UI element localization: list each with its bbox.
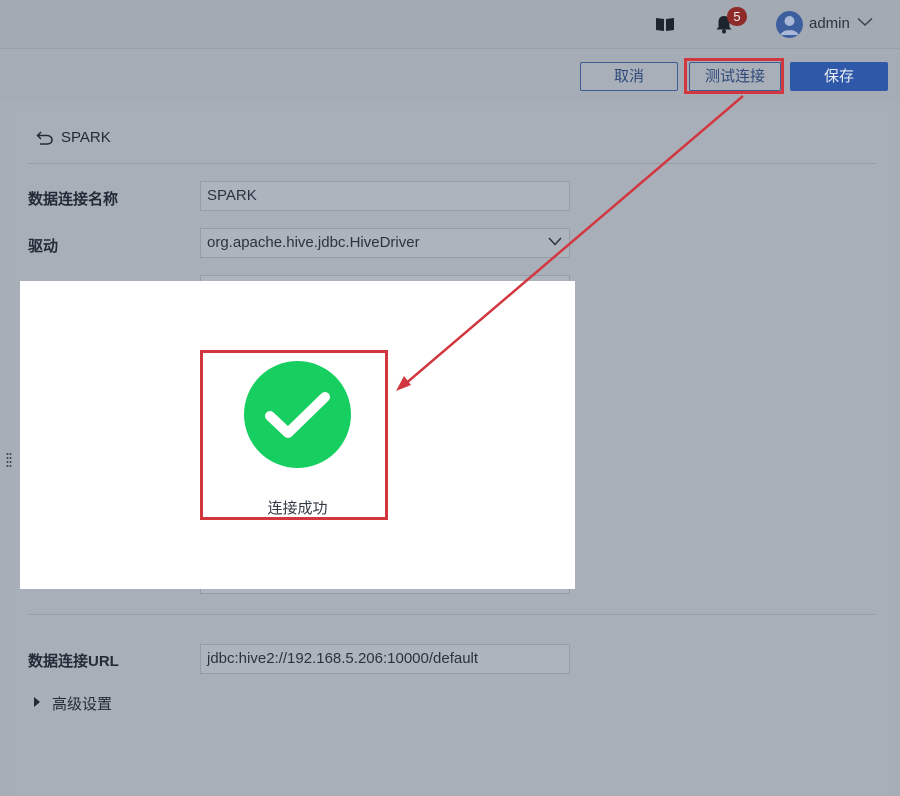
test-button-highlight <box>684 58 784 94</box>
url-input[interactable]: jdbc:hive2://192.168.5.206:10000/default <box>200 644 570 674</box>
caret-right-icon[interactable] <box>34 697 40 707</box>
chevron-down-icon[interactable] <box>548 237 562 246</box>
driver-label: 驱动 <box>28 238 59 255</box>
driver-select[interactable]: org.apache.hive.jdbc.HiveDriver <box>200 228 570 258</box>
divider <box>28 163 876 164</box>
connection-name-input[interactable]: SPARK <box>200 181 570 211</box>
cancel-button[interactable]: 取消 <box>580 62 678 91</box>
user-avatar-icon[interactable] <box>776 11 803 38</box>
top-bar <box>0 0 900 48</box>
drag-handle-icon[interactable] <box>6 452 12 468</box>
advanced-settings-toggle[interactable]: 高级设置 <box>52 693 112 714</box>
notification-badge: 5 <box>727 7 747 26</box>
connection-name-label: 数据连接名称 <box>28 191 119 208</box>
save-button[interactable]: 保存 <box>790 62 888 91</box>
chevron-down-icon[interactable] <box>857 17 873 27</box>
divider <box>28 614 876 615</box>
url-label: 数据连接URL <box>28 653 119 670</box>
page-title: SPARK <box>61 129 111 146</box>
user-name[interactable]: admin <box>809 15 850 32</box>
book-icon[interactable] <box>655 16 675 32</box>
back-arrow-icon[interactable] <box>36 130 54 146</box>
success-highlight <box>200 350 388 520</box>
